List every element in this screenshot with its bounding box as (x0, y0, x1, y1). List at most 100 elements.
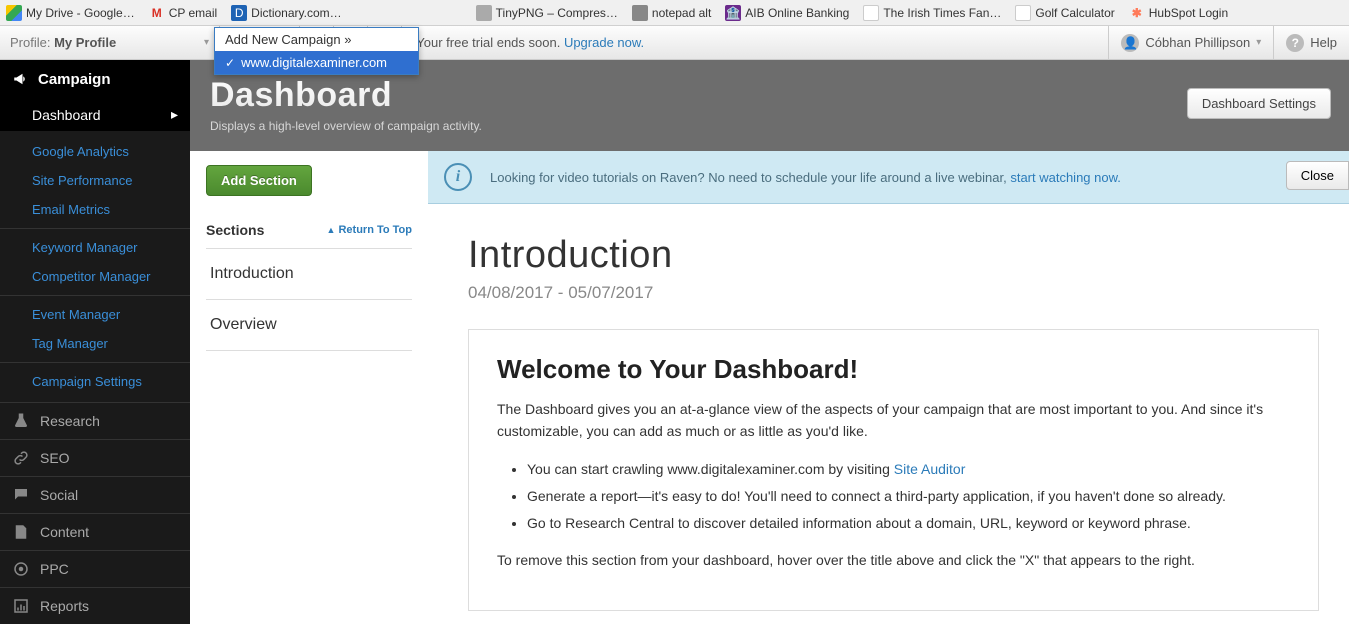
trial-text: Your free trial ends soon. (416, 35, 564, 50)
notice-close-button[interactable]: Close (1286, 161, 1349, 190)
sidebar: Campaign Dashboard ▸ Google Analytics Si… (0, 60, 190, 624)
sidebar-link-email-metrics[interactable]: Email Metrics (0, 195, 190, 224)
chevron-right-icon: ▸ (171, 106, 178, 123)
page-title: Dashboard (210, 76, 1329, 115)
bookmark-irishtimes[interactable]: The Irish Times Fan… (863, 5, 1001, 21)
flask-icon (12, 412, 30, 430)
profile-name: My Profile (54, 35, 116, 50)
sidebar-cat-social[interactable]: Social (0, 476, 190, 513)
hubspot-icon: ✱ (1129, 5, 1145, 21)
bookmark-tinypng[interactable]: TinyPNG – Compres… (476, 5, 618, 21)
main-content: Dashboard Displays a high-level overview… (190, 60, 1349, 624)
bookmark-label: My Drive - Google… (26, 6, 135, 20)
chevron-down-icon: ▾ (1256, 37, 1261, 48)
bookmark-label: Dictionary.com… (251, 6, 341, 20)
sidebar-cat-ppc[interactable]: PPC (0, 550, 190, 587)
bookmark-notepad[interactable]: notepad alt (632, 5, 711, 21)
sidebar-link-campaign-settings[interactable]: Campaign Settings (0, 367, 190, 396)
chevron-down-icon: ▾ (204, 37, 209, 48)
section-item-overview[interactable]: Overview (206, 299, 412, 351)
sidebar-link-site-performance[interactable]: Site Performance (0, 166, 190, 195)
user-menu[interactable]: 👤 Cóbhan Phillipson ▾ (1108, 26, 1273, 59)
dropdown-add-campaign[interactable]: Add New Campaign » (215, 28, 418, 51)
sidebar-dashboard[interactable]: Dashboard ▸ (0, 98, 190, 131)
sidebar-link-event-manager[interactable]: Event Manager (0, 300, 190, 329)
bookmark-aib[interactable]: 🏦 AIB Online Banking (725, 5, 849, 21)
welcome-bullet-3: Go to Research Central to discover detai… (527, 510, 1290, 537)
help-label: Help (1310, 35, 1337, 50)
content-column: i Looking for video tutorials on Raven? … (428, 151, 1349, 621)
trial-message: Your free trial ends soon. Upgrade now. (402, 35, 1108, 50)
intro-date-range: 04/08/2017 - 05/07/2017 (468, 283, 1319, 303)
return-to-top-link[interactable]: Return To Top (327, 224, 412, 236)
sidebar-link-tag-manager[interactable]: Tag Manager (0, 329, 190, 358)
add-section-button[interactable]: Add Section (206, 165, 312, 196)
profile-prefix: Profile: (10, 35, 54, 50)
golf-icon (1015, 5, 1031, 21)
sidebar-link-keyword-manager[interactable]: Keyword Manager (0, 233, 190, 262)
welcome-paragraph-2: To remove this section from your dashboa… (497, 550, 1290, 572)
sections-heading: Sections (206, 222, 264, 238)
tinypng-icon (476, 5, 492, 21)
campaign-selector[interactable]: Campaign Add New Campaign » www.digitale… (220, 26, 300, 59)
welcome-paragraph-1: The Dashboard gives you an at-a-glance v… (497, 399, 1290, 442)
sections-column: Add Section Sections Return To Top Intro… (190, 151, 428, 621)
bookmark-dictionary[interactable]: D Dictionary.com… (231, 5, 341, 21)
bookmark-label: notepad alt (652, 6, 711, 20)
sidebar-cat-reports[interactable]: Reports (0, 587, 190, 624)
welcome-panel: Welcome to Your Dashboard! The Dashboard… (468, 329, 1319, 611)
site-auditor-link[interactable]: Site Auditor (894, 461, 966, 477)
sidebar-cat-seo[interactable]: SEO (0, 439, 190, 476)
sidebar-link-competitor-manager[interactable]: Competitor Manager (0, 262, 190, 291)
help-button[interactable]: ? Help (1273, 26, 1349, 59)
aib-icon: 🏦 (725, 5, 741, 21)
dropdown-selected-label: www.digitalexaminer.com (241, 55, 387, 70)
welcome-bullet-2: Generate a report—it's easy to do! You'l… (527, 483, 1290, 510)
user-avatar-icon: 👤 (1121, 34, 1139, 52)
target-icon (12, 560, 30, 578)
dropdown-selected-campaign[interactable]: www.digitalexaminer.com (215, 51, 418, 74)
dict-icon: D (231, 5, 247, 21)
sidebar-campaign-label: Campaign (38, 71, 111, 88)
bookmark-label: TinyPNG – Compres… (496, 6, 618, 20)
bookmark-golf[interactable]: Golf Calculator (1015, 5, 1114, 21)
sidebar-group-1: Google Analytics Site Performance Email … (0, 131, 190, 402)
campaign-dropdown: Add New Campaign » www.digitalexaminer.c… (214, 27, 419, 75)
sidebar-campaign-header[interactable]: Campaign (0, 60, 190, 98)
app-toolbar: Profile: My Profile ▾ Campaign Add New C… (0, 26, 1349, 60)
bookmark-hubspot[interactable]: ✱ HubSpot Login (1129, 5, 1228, 21)
notepad-icon (632, 5, 648, 21)
bookmark-cpemail[interactable]: M CP email (149, 5, 217, 21)
document-icon (12, 523, 30, 541)
sidebar-cat-research[interactable]: Research (0, 402, 190, 439)
intro-title: Introduction (468, 234, 1319, 277)
irishtimes-icon (863, 5, 879, 21)
bookmark-label: HubSpot Login (1149, 6, 1228, 20)
dashboard-settings-button[interactable]: Dashboard Settings (1187, 88, 1331, 119)
bookmark-gdrive[interactable]: My Drive - Google… (6, 5, 135, 21)
report-icon (12, 597, 30, 615)
info-notice: i Looking for video tutorials on Raven? … (428, 151, 1349, 204)
upgrade-link[interactable]: Upgrade now. (564, 35, 644, 50)
bookmark-label: CP email (169, 6, 217, 20)
gdrive-icon (6, 5, 22, 21)
profile-selector[interactable]: Profile: My Profile ▾ (0, 26, 220, 59)
section-item-introduction[interactable]: Introduction (206, 248, 412, 299)
user-name: Cóbhan Phillipson (1145, 35, 1250, 50)
welcome-bullet-1: You can start crawling www.digitalexamin… (527, 456, 1290, 483)
gmail-icon: M (149, 5, 165, 21)
link-icon (12, 449, 30, 467)
help-icon: ? (1286, 34, 1304, 52)
chat-icon (12, 486, 30, 504)
welcome-heading: Welcome to Your Dashboard! (497, 354, 1290, 385)
bookmark-label: The Irish Times Fan… (883, 6, 1001, 20)
notice-text: Looking for video tutorials on Raven? No… (490, 170, 1010, 185)
bookmark-label: AIB Online Banking (745, 6, 849, 20)
sidebar-link-google-analytics[interactable]: Google Analytics (0, 137, 190, 166)
sidebar-cat-content[interactable]: Content (0, 513, 190, 550)
page-subtitle: Displays a high-level overview of campai… (210, 119, 1329, 133)
info-icon: i (444, 163, 472, 191)
sidebar-dashboard-label: Dashboard (32, 107, 101, 123)
bookmark-bar: My Drive - Google… M CP email D Dictionary… (0, 0, 1349, 26)
notice-link[interactable]: start watching now. (1010, 170, 1121, 185)
